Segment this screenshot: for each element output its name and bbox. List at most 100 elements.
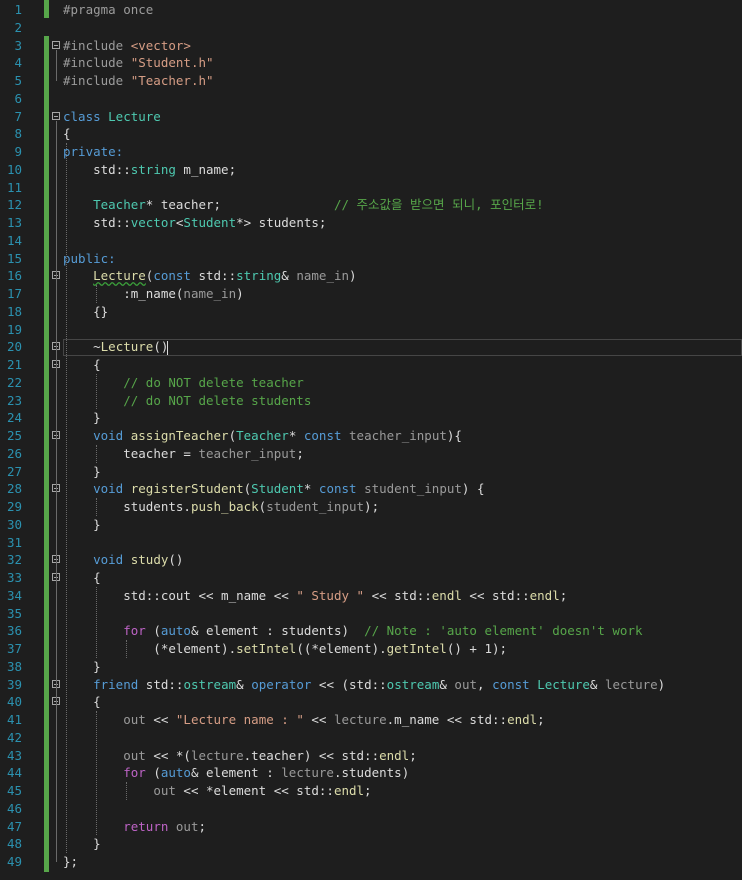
code-token: () + 1); xyxy=(446,641,508,656)
code-token: << std:: xyxy=(461,587,530,603)
indent-guide xyxy=(96,586,97,658)
collapse-icon[interactable] xyxy=(52,40,60,49)
code-line[interactable]: 2 xyxy=(0,19,742,37)
code-line[interactable]: 27 } xyxy=(0,463,742,481)
code-token: } xyxy=(63,410,101,426)
code-token: & xyxy=(281,268,297,284)
code-token: lecture xyxy=(604,676,658,692)
code-text: friend std::ostream& operator << (std::o… xyxy=(63,676,665,694)
code-line[interactable]: 38 } xyxy=(0,658,742,676)
code-token: void xyxy=(93,428,131,443)
code-token: ((*element). xyxy=(296,641,387,656)
code-text: // do NOT delete teacher xyxy=(63,374,304,392)
code-line[interactable]: 6 xyxy=(0,90,742,108)
code-line[interactable]: 21 { xyxy=(0,356,742,374)
code-token: #include xyxy=(63,55,131,71)
code-line[interactable]: 49}; xyxy=(0,853,742,871)
code-line[interactable]: 22 // do NOT delete teacher xyxy=(0,374,742,392)
code-line[interactable]: 39 friend std::ostream& operator << (std… xyxy=(0,676,742,694)
code-token: for xyxy=(123,765,154,781)
code-line[interactable]: 14 xyxy=(0,232,742,250)
line-number: 23 xyxy=(6,392,22,408)
code-token: teacher_input xyxy=(198,445,297,461)
line-number: 45 xyxy=(6,783,22,798)
line-number: 27 xyxy=(6,463,22,479)
code-token: name_in xyxy=(183,286,237,301)
code-line[interactable]: 48 } xyxy=(0,835,742,853)
code-line[interactable]: 11 xyxy=(0,179,742,197)
code-line[interactable]: 29 students.push_back(student_input); xyxy=(0,498,742,516)
code-line[interactable]: 30 } xyxy=(0,516,742,534)
code-line[interactable]: 46 xyxy=(0,800,742,818)
code-line[interactable]: 47 return out; xyxy=(0,818,742,836)
code-token: , xyxy=(477,676,493,692)
code-editor[interactable]: 1 #pragma once 2 3 #include <vector> 4 #includ… xyxy=(0,0,742,880)
code-line[interactable]: 5 #include "Teacher.h" xyxy=(0,72,742,90)
code-token: * teacher; xyxy=(145,197,334,213)
code-line[interactable]: 3 #include <vector> xyxy=(0,37,742,55)
line-number: 24 xyxy=(6,410,22,426)
code-line[interactable]: 33 { xyxy=(0,569,742,587)
code-token: endl xyxy=(379,747,410,763)
line-number: 32 xyxy=(6,552,22,568)
code-line[interactable]: 9 private: xyxy=(0,143,742,161)
line-number: 42 xyxy=(6,729,22,745)
code-line[interactable]: 37 (*element).setIntel((*element).getInt… xyxy=(0,640,742,658)
code-line[interactable]: 34 std::cout << m_name << " Study " << s… xyxy=(0,587,742,605)
code-line[interactable]: 43 out << *(lecture.teacher) << std::end… xyxy=(0,747,742,765)
code-line[interactable]: 31 xyxy=(0,534,742,552)
code-token: ostream xyxy=(183,676,237,692)
code-token: ) { xyxy=(461,481,485,497)
code-token: std:: xyxy=(145,676,184,692)
code-line[interactable]: 12 Teacher* teacher; // 주소값을 받으면 되니, 포인터… xyxy=(0,196,742,214)
code-token: ) xyxy=(349,268,357,284)
line-number: 4 xyxy=(14,55,22,71)
code-line[interactable]: 10 std::string m_name; xyxy=(0,161,742,179)
indent-guide xyxy=(96,285,97,303)
code-line[interactable]: 25 void assignTeacher(Teacher* const tea… xyxy=(0,427,742,445)
code-line[interactable]: 44 for (auto& element : lecture.students… xyxy=(0,764,742,782)
code-token: & xyxy=(589,676,605,692)
line-number: 3 xyxy=(14,37,22,53)
code-line[interactable]: 19 xyxy=(0,321,742,339)
code-line[interactable]: 7 class Lecture xyxy=(0,108,742,126)
line-number: 5 xyxy=(14,73,22,88)
code-text: } xyxy=(63,409,101,427)
code-token: " Study " xyxy=(296,587,365,603)
code-line[interactable]: 36 for (auto& element : students) // Not… xyxy=(0,622,742,640)
code-line[interactable]: 24 } xyxy=(0,409,742,427)
code-token: teacher_input xyxy=(349,428,447,443)
code-line[interactable]: 41 out << "Lecture name : " << lecture.m… xyxy=(0,711,742,729)
code-token: endl xyxy=(333,783,365,798)
code-line[interactable]: 8{ xyxy=(0,125,742,143)
code-line[interactable]: 13 std::vector<Student*> students; xyxy=(0,214,742,232)
code-token: Student xyxy=(183,215,237,230)
code-token: ; xyxy=(559,587,568,603)
code-line[interactable]: 42 xyxy=(0,729,742,747)
code-token: "Teacher.h" xyxy=(130,73,214,88)
code-line[interactable]: 45 out << *element << std::endl; xyxy=(0,782,742,800)
code-line[interactable]: 26 teacher = teacher_input; xyxy=(0,445,742,463)
code-line[interactable]: 15 public: xyxy=(0,250,742,268)
code-token: private: xyxy=(63,144,124,159)
code-token: cout xyxy=(160,587,191,603)
code-line[interactable]: 23 // do NOT delete students xyxy=(0,392,742,410)
code-line[interactable]: 35 xyxy=(0,605,742,623)
code-line[interactable]: 16 Lecture(const std::string& name_in) xyxy=(0,267,742,285)
code-line[interactable]: 32 void study() xyxy=(0,551,742,569)
line-number: 46 xyxy=(6,800,22,816)
code-text: private: xyxy=(63,143,123,161)
code-line[interactable]: 20 ~Lecture() xyxy=(0,338,742,356)
code-line[interactable]: 28 void registerStudent(Student* const s… xyxy=(0,480,742,498)
line-number: 25 xyxy=(6,428,22,443)
code-line[interactable]: 4 #include "Student.h" xyxy=(0,54,742,72)
code-line[interactable]: 18 {} xyxy=(0,303,742,321)
line-number: 2 xyxy=(14,19,22,35)
code-line[interactable]: 1 #pragma once xyxy=(0,1,742,19)
code-line[interactable]: 17 :m_name(name_in) xyxy=(0,285,742,303)
collapse-icon[interactable] xyxy=(52,111,60,120)
code-line[interactable]: 40 { xyxy=(0,693,742,711)
